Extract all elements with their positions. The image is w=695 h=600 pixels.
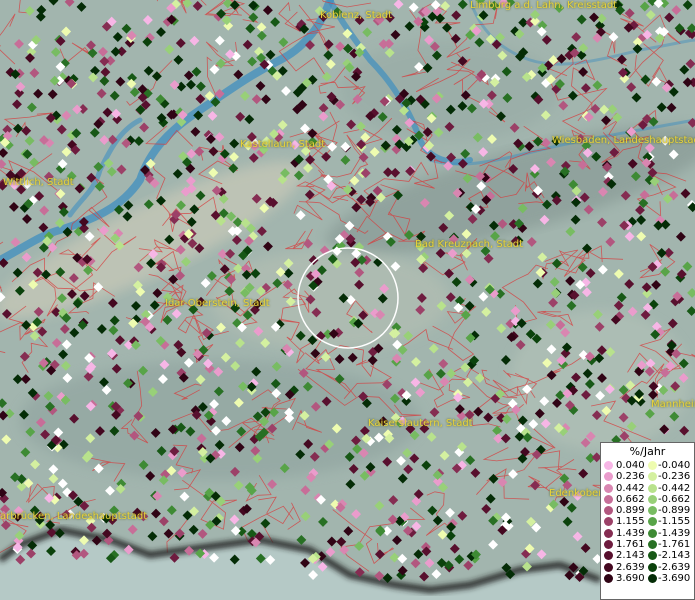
legend-value-positive: 1.439 [616,527,645,539]
legend-value-positive: 1.155 [616,516,645,528]
city-label-saarbruecken: arbrücken, Landeshauptstadt [0,511,148,522]
legend-swatch-negative [648,562,657,572]
legend-value-positive: 3.690 [616,572,645,584]
city-label-wittlich: Wittlich, Stadt [3,177,74,188]
city-label-kastellaun: Kastellaun, Stadt [240,139,326,150]
legend-value-negative: -2.639 [658,561,691,573]
legend-value-positive: 1.761 [616,539,645,551]
legend-value-positive: 0.040 [616,460,645,471]
legend-swatch-positive [604,540,613,550]
legend-swatch-negative [648,517,657,527]
legend-title: %/Jahr [629,445,666,458]
city-label-kaiserslautern: Kaiserslautern, Stadt [368,418,473,429]
legend-swatch-positive [604,517,613,527]
legend-swatch-positive [604,472,613,482]
legend-row: 3.690 -3.690 [601,573,694,584]
legend-row: 2.639 -2.639 [601,562,694,573]
legend-swatch-positive [604,562,613,572]
legend-swatch-positive [604,528,613,538]
legend-value-negative: -3.690 [658,572,691,584]
map-view[interactable]: Koblenz, Stadt Limburg a.d. Lahn, Kreiss… [0,0,695,600]
legend-swatch-positive [604,551,613,561]
legend-swatch-negative [648,551,657,561]
legend-value-positive: 0.899 [616,505,645,517]
legend-value-negative: -1.439 [658,527,691,539]
legend-swatch-negative [648,461,657,470]
legend-row: 1.155 -1.155 [601,516,694,527]
legend-value-negative: -0.040 [658,460,691,471]
city-label-koblenz: Koblenz, Stadt [320,10,393,21]
legend-swatch-negative [648,472,657,482]
legend-panel: %/Jahr 0.040 -0.040 0.236 -0.236 0.442 -0.442… [600,442,695,600]
legend-value-negative: -0.899 [658,505,691,517]
legend-swatch-negative [648,528,657,538]
legend-swatch-negative [648,540,657,550]
legend-value-negative: -0.236 [658,471,691,483]
legend-row: 1.439 -1.439 [601,528,694,539]
city-label-idar-oberstein: Idar-Oberstein, Stadt [165,298,270,309]
city-label-limburg: Limburg a.d. Lahn, Kreisstadt [470,0,618,11]
legend-swatch-positive [604,494,613,504]
legend-row: 0.442 -0.442 [601,483,694,494]
legend-row: 0.662 -0.662 [601,494,694,505]
legend-value-positive: 0.236 [616,471,645,483]
city-label-edenkoben: Edenkoben [549,488,605,499]
legend-value-positive: 2.143 [616,550,645,562]
legend-value-negative: -0.662 [658,493,691,505]
legend-value-negative: -1.155 [658,516,691,528]
legend-swatch-negative [648,483,657,493]
legend-value-positive: 0.662 [616,493,645,505]
legend-swatch-negative [648,494,657,504]
city-label-mannheim: Mannheim [651,399,695,410]
legend-swatch-positive [604,506,613,516]
legend-value-positive: 2.639 [616,561,645,573]
map-canvas [0,0,695,600]
legend-swatch-positive [604,483,613,493]
city-label-wiesbaden: Wiesbaden, Landeshauptstadt [552,135,695,146]
legend-row: 0.899 -0.899 [601,505,694,516]
legend-value-positive: 0.442 [616,482,645,494]
legend-row: 2.143 -2.143 [601,550,694,561]
legend-row: 0.040 -0.040 [601,460,694,471]
legend-rows: 0.040 -0.040 0.236 -0.236 0.442 -0.442 0.662 -0… [601,460,694,584]
legend-swatch-positive [604,461,613,470]
legend-row: 0.236 -0.236 [601,471,694,482]
legend-swatch-negative [648,573,657,583]
legend-value-negative: -1.761 [658,539,691,551]
legend-swatch-positive [604,573,613,583]
legend-row: 1.761 -1.761 [601,539,694,550]
legend-value-negative: -0.442 [658,482,691,494]
city-label-bad-kreuznach: Bad Kreuznach, Stadt [415,239,524,250]
legend-swatch-negative [648,506,657,516]
legend-value-negative: -2.143 [658,550,691,562]
